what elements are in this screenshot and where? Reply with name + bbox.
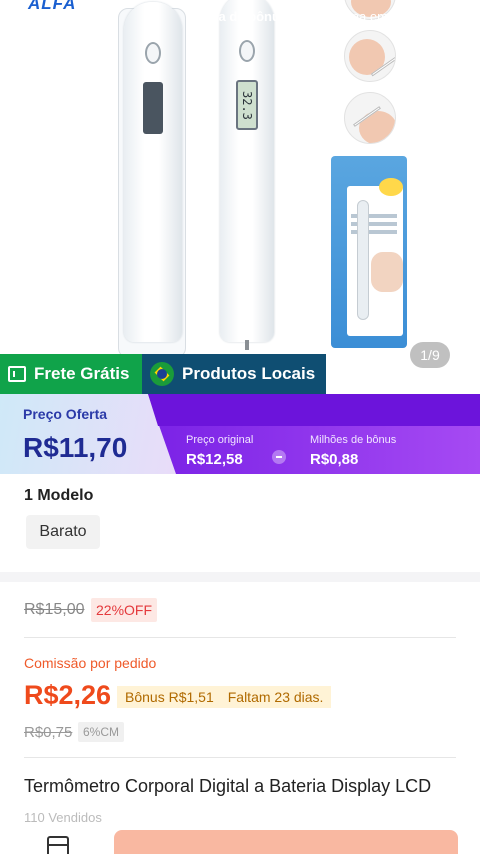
offer-price-label: Preço Oferta [23, 406, 108, 422]
days-left-text: Faltam 23 dias. [227, 689, 324, 705]
thumbnail-3[interactable] [344, 92, 396, 144]
model-count-title: 1 Modelo [24, 487, 94, 504]
original-price: R$15,00 [24, 601, 85, 618]
local-products-label: Produtos Locais [182, 364, 316, 383]
bonus-header [148, 394, 480, 426]
discount-badge: 22%OFF [91, 598, 158, 622]
free-shipping-ribbon: Frete Grátis [0, 354, 142, 394]
thermometer-right: 32.3 [220, 0, 274, 350]
free-shipping-label: Frete Grátis [34, 364, 130, 383]
product-image-gallery[interactable]: ALFA 32.3 1/9 [0, 0, 480, 372]
image-page-indicator: 1/9 [410, 342, 450, 368]
million-bonus-label: Milhões de bônus [310, 434, 397, 446]
model-option-chip[interactable]: Barato [26, 515, 100, 549]
million-bonus-value: R$0,88 [310, 451, 359, 468]
bonus-title: Chuva de bônus [186, 9, 288, 24]
product-title: Termômetro Corporal Digital a Bateria Di… [24, 776, 432, 796]
divider [24, 757, 456, 758]
original-price-value: R$12,58 [186, 451, 243, 468]
bonus-end-date: Termina em 31/03/2024 [320, 9, 457, 24]
local-products-ribbon: Produtos Locais [142, 354, 326, 394]
thermometer-left [124, 2, 182, 342]
brazil-flag-icon [150, 362, 174, 386]
commission-bonus-tag: Bônus R$1,51 Faltam 23 dias. [117, 686, 332, 708]
commission-label: Comissão por pedido [24, 655, 157, 671]
primary-action-button[interactable] [114, 830, 458, 854]
offer-price-value: R$11,70 [23, 432, 128, 463]
commission-value: R$2,26 [24, 680, 112, 710]
product-package-image[interactable] [331, 156, 407, 348]
section-divider [0, 572, 480, 582]
offer-price-panel: Preço Oferta R$11,70 [0, 394, 176, 474]
brand-logo: ALFA [28, 0, 77, 13]
commission-original: R$0,75 [24, 724, 73, 741]
original-price-label: Preço original [186, 434, 254, 446]
divider [24, 637, 456, 638]
truck-icon [8, 366, 26, 382]
minus-icon [272, 450, 286, 464]
thumbnail-2[interactable] [344, 30, 396, 82]
commission-rate-badge: 6%CM [78, 722, 125, 742]
commission-bonus-text: Bônus R$1,51 [125, 689, 214, 705]
store-icon[interactable] [47, 836, 69, 854]
sold-count: 110 Vendidos [24, 810, 102, 825]
